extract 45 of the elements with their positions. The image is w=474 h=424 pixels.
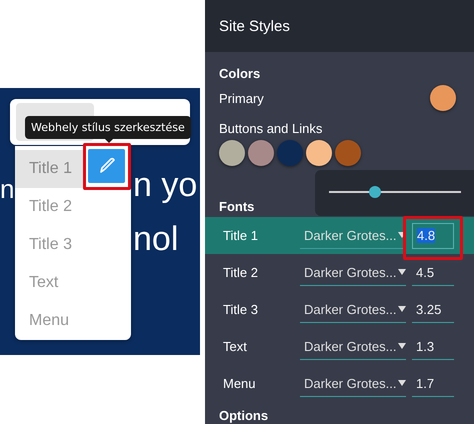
hero-text: n yo	[133, 168, 198, 202]
size-slider[interactable]	[329, 186, 461, 198]
caret-icon	[398, 343, 406, 349]
hero-text: nol	[133, 222, 178, 256]
font-row[interactable]: Title 2 Darker Grotes... 4.5	[205, 254, 474, 291]
size-input[interactable]: 1.7	[412, 370, 454, 396]
section-heading: Options	[219, 408, 268, 423]
size-input[interactable]: 3.25	[412, 296, 454, 322]
tooltip: Webhely stílus szerkesztése	[25, 116, 191, 139]
font-row[interactable]: Title 3 Darker Grotes... 3.25	[205, 291, 474, 328]
color-swatch[interactable]	[430, 85, 456, 111]
font-label: Menu	[223, 376, 257, 391]
size-input[interactable]: 1.3	[412, 334, 454, 360]
font-row[interactable]: Menu Darker Grotes... 1.7	[205, 365, 474, 402]
section-heading: Fonts	[219, 199, 254, 214]
color-swatch[interactable]	[335, 140, 361, 166]
highlight-frame	[403, 216, 463, 260]
field-label: Buttons and Links	[219, 121, 322, 136]
caret-icon	[398, 380, 406, 386]
size-input[interactable]: 4.8	[412, 222, 454, 248]
font-dropdown[interactable]: Darker Grotes...	[300, 222, 406, 248]
font-label: Title 3	[223, 302, 259, 317]
edit-style-button[interactable]	[88, 149, 125, 183]
highlight-frame	[83, 143, 131, 190]
font-dropdown[interactable]: Darker Grotes...	[300, 370, 406, 396]
field-label: Primary	[219, 90, 264, 106]
font-dropdown[interactable]: Darker Grotes...	[300, 260, 406, 286]
color-swatch[interactable]	[219, 140, 245, 166]
section-heading: Colors	[219, 66, 260, 81]
color-swatch[interactable]	[306, 140, 332, 166]
font-label: Title 2	[223, 265, 259, 280]
caret-icon	[398, 269, 406, 275]
font-dropdown[interactable]: Darker Grotes...	[300, 334, 406, 360]
size-input[interactable]: 4.5	[412, 260, 454, 286]
color-swatch[interactable]	[277, 140, 303, 166]
font-dropdown[interactable]: Darker Grotes...	[300, 296, 406, 322]
color-swatch[interactable]	[248, 140, 274, 166]
font-label: Text	[223, 339, 248, 354]
font-row[interactable]: Title 1 Darker Grotes... 4.8	[205, 217, 474, 254]
caret-icon	[398, 306, 406, 312]
panel-title: Site Styles	[205, 0, 474, 52]
caret-icon	[398, 232, 406, 238]
font-label: Title 1	[223, 228, 259, 243]
font-row[interactable]: Text Darker Grotes... 1.3	[205, 328, 474, 365]
hero-text: n	[0, 176, 14, 202]
